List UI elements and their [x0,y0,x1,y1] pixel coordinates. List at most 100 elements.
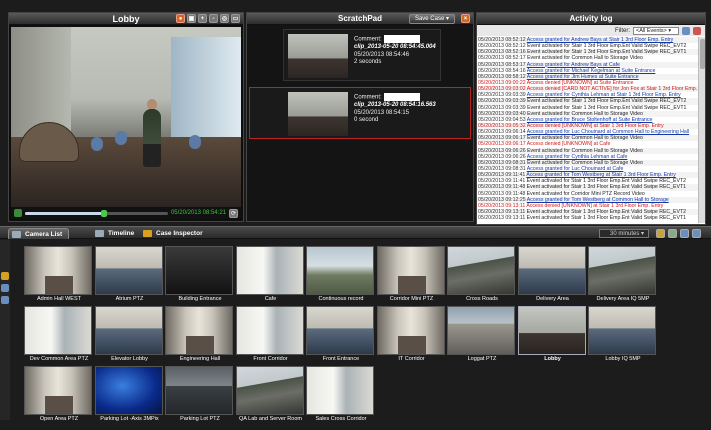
log-message: Event activated for Stair 1 3rd Floor Em… [526,178,687,185]
log-message: Event activated for Stair 1 3rd Floor Em… [526,215,687,222]
camera-tile[interactable]: Delivery Area IQ 5MP [588,246,658,306]
record-icon[interactable]: ● [176,14,185,23]
camera-label: Cafe [264,296,277,302]
playback-slider-knob[interactable] [100,209,107,217]
zoom-out-icon[interactable]: - [209,14,218,23]
log-timestamp: 05/20/2013 09:00:22 [478,79,526,86]
log-timestamp: 05/20/2013 09:13:11 [478,202,526,209]
camera-thumbnail [24,306,92,355]
snapshot-icon[interactable]: ▣ [187,14,196,23]
cameras-icon[interactable] [1,284,9,292]
clip-comment-field[interactable] [383,93,420,101]
log-message[interactable]: Access denied [UNKNOWN] at Stair 1 3rd F… [527,123,664,129]
scratchpad-clip[interactable]: Comment: clip_2013-05-20 08:54:45.004 05… [283,29,441,81]
log-message[interactable]: Access granted for Luc Chouinard at Cafe [527,166,624,172]
camera-tile[interactable]: Sales Cross Corridor [306,366,376,426]
log-message[interactable]: Access granted for Cynthia Lehman at Sta… [527,92,681,98]
camera-tile[interactable]: Lobby [517,306,588,366]
camera-tile[interactable]: IT Corridor [376,306,447,366]
log-message[interactable]: Access denied [UNKNOWN] at Suite Entranc… [527,80,634,86]
clip-comment-field[interactable] [383,35,420,43]
log-timestamp: 05/20/2013 09:06:14 [478,129,526,136]
camera-tile[interactable]: Corridor Mini PTZ [376,246,447,306]
log-message[interactable]: Access denied [CARD NOT ACTIVE] for Jon … [527,86,699,92]
camera-label: Parking Lot -Axis 3MPix [100,416,159,422]
video-stool [115,131,127,145]
log-timestamp: 05/20/2013 09:04:53 [478,116,526,123]
clear-log-icon[interactable] [693,26,701,35]
zoom-in-icon[interactable]: + [198,14,207,23]
play-button[interactable] [14,209,22,217]
camera-label: Cross Roads [466,296,498,302]
camera-thumbnail [235,306,304,355]
tab-case-inspector[interactable]: Case Inspector [140,228,209,239]
camera-tile[interactable]: Parking Lot -Axis 3MPix [94,366,165,426]
log-message[interactable]: Access denied [UNKNOWN] at Cafe [527,141,611,147]
filter-label: Filter: [615,27,630,34]
log-message[interactable]: Access granted for Jim Humes at Suite En… [527,74,639,80]
camera-tile[interactable]: Delivery Area [517,246,588,306]
log-message: Event activated for Stair 1 3rd Floor Em… [527,49,687,56]
camera-tile[interactable]: Front Entrance [306,306,376,366]
log-message[interactable]: Access granted for Tom Westberg at Commo… [527,197,669,203]
camera-tile[interactable]: Cross Roads [447,246,517,306]
log-message[interactable]: Access granted for Andrew Bays at Cafe [527,62,620,68]
interval-select[interactable]: 30 minutes ▾ [599,229,649,238]
log-message: Event activated for Stair 1 3rd Floor Em… [526,184,687,191]
camera-tile[interactable]: Loggat PTZ [447,306,517,366]
tab-camera-list[interactable]: Camera List [8,228,70,239]
tab-timeline[interactable]: Timeline [92,228,140,239]
camera-tile[interactable]: Front Corridor [235,306,306,366]
camera-tile[interactable]: Building Entrance [165,246,235,306]
maps-icon[interactable] [1,296,9,304]
camera-tile[interactable]: Cafe [235,246,306,306]
grid-view-icon[interactable] [680,229,689,238]
bookmark-icon[interactable] [656,229,665,238]
list-view-icon[interactable] [692,229,701,238]
fit-icon[interactable]: ◎ [220,14,229,23]
live-icon[interactable]: ⟳ [229,208,238,218]
camera-thumbnail [94,246,163,295]
camera-tile[interactable]: Continuous record [306,246,376,306]
playback-slider[interactable] [25,209,168,217]
scrollbar-thumb[interactable] [700,39,705,69]
layout-icon[interactable] [668,229,677,238]
lobby-video-feed[interactable] [11,27,241,207]
camera-label: Front Entrance [322,356,360,362]
activity-log-list: 05/20/2013 08:52:12 Access granted for A… [477,37,699,223]
camera-label: Engineering Hall [179,356,221,362]
log-message[interactable]: Access granted for Bruce Stoltenhoff at … [527,117,653,123]
camera-label: Front Corridor [253,356,288,362]
tab-camera-list-label: Camera List [25,231,63,238]
camera-tile[interactable]: Dev Common Area PTZ [24,306,94,366]
log-row[interactable]: 05/20/2013 09:13:11 Event activated for … [477,215,699,221]
log-message[interactable]: Access granted for Andrew Bays at Stair … [527,37,673,43]
log-message: Event activated for Stair 1 3rd Floor Em… [527,43,687,50]
log-timestamp: 05/20/2013 09:03:39 [478,98,526,105]
activity-log-scrollbar[interactable] [698,37,705,223]
camera-tile[interactable]: Engineering Hall [165,306,235,366]
save-case-button[interactable]: Save Case ▾ [408,14,455,24]
close-scratchpad-icon[interactable]: × [461,14,470,23]
camera-thumbnail [517,246,586,295]
clip-comment-label: Comment: [354,36,382,43]
favorites-icon[interactable] [1,272,9,280]
log-message[interactable]: Access granted for Cynthia Lehman at Caf… [527,154,628,160]
camera-tile[interactable]: QA Lab and Server Room [235,366,306,426]
camera-tile[interactable]: Open Area PTZ [24,366,94,426]
camera-tile[interactable]: Admin Hall WEST [24,246,94,306]
log-message[interactable]: Access denied [UNKNOWN] at Stair 1 3rd F… [526,203,663,209]
scratchpad-clip-selected[interactable]: Comment: clip_2013-05-20 08:54:16.563 05… [249,87,471,139]
camera-tile[interactable]: Parking Lot PTZ [165,366,235,426]
log-message[interactable]: Access granted for Luc Chouinard at Comm… [527,129,689,135]
log-timestamp: 05/20/2013 09:03:39 [478,104,526,111]
filter-select[interactable]: <All Events> ▾ [633,26,679,35]
log-timestamp: 05/20/2013 09:05:32 [478,122,526,129]
log-message[interactable]: Access granted for Michael Kegelman at S… [527,68,656,74]
refresh-icon[interactable] [682,26,690,35]
camera-tile[interactable]: Elevator Lobby [94,306,165,366]
camera-tile[interactable]: Lobby IQ 5MP [588,306,658,366]
fullscreen-icon[interactable]: ▭ [231,14,240,23]
log-message[interactable]: Access granted for Tom Westberg at Stair… [526,172,675,178]
camera-tile[interactable]: Atrium PTZ [94,246,165,306]
